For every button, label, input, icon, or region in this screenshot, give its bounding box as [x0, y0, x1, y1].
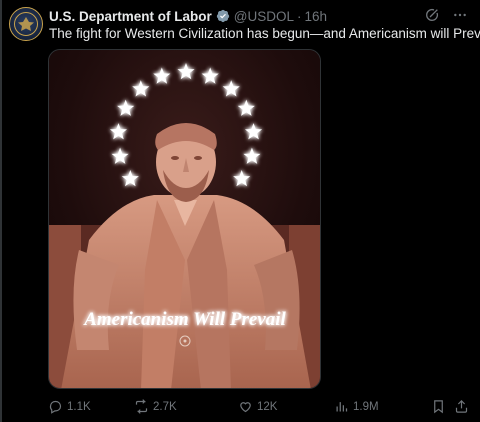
reply-icon — [49, 400, 62, 414]
lincoln-memorial-image: Americanism Will Prevail — [49, 50, 320, 388]
header-actions — [424, 7, 468, 23]
bookmark-icon — [434, 400, 443, 414]
share-button[interactable] — [454, 399, 469, 414]
account-name[interactable]: U.S. Department of Labor — [49, 9, 212, 24]
tweet-text: The fight for Western Civilization has b… — [49, 26, 480, 41]
like-icon — [240, 402, 251, 413]
verified-badge-icon — [216, 9, 230, 23]
views-icon — [336, 402, 348, 412]
tweet-header: U.S. Department of Labor @USDOL · 16h — [49, 8, 468, 24]
repost-count: 2.7K — [153, 400, 177, 413]
repost-icon — [135, 399, 148, 414]
view-count: 1.9M — [353, 400, 379, 413]
grok-icon[interactable] — [424, 7, 440, 23]
like-count: 12K — [257, 400, 278, 413]
seal-logo-icon — [14, 12, 38, 36]
separator-dot: · — [296, 8, 302, 24]
reply-count: 1.1K — [67, 400, 91, 413]
bookmark-button[interactable] — [431, 399, 446, 414]
more-icon[interactable] — [452, 7, 468, 23]
views-button[interactable]: 1.9M — [334, 399, 379, 414]
reply-button[interactable]: 1.1K — [48, 399, 91, 414]
like-button[interactable]: 12K — [238, 399, 277, 414]
avatar[interactable] — [9, 7, 43, 41]
timestamp[interactable]: 16h — [304, 9, 327, 24]
share-icon — [455, 400, 468, 413]
thread-line — [0, 0, 2, 422]
repost-button[interactable]: 2.7K — [134, 399, 177, 414]
tweet-actions: 1.1K 2.7K 12K 1.9M — [48, 399, 468, 417]
account-handle[interactable]: @USDOL — [234, 9, 294, 24]
media-caption: Americanism Will Prevail — [83, 309, 286, 330]
tweet-media-image[interactable]: Americanism Will Prevail — [48, 49, 321, 389]
